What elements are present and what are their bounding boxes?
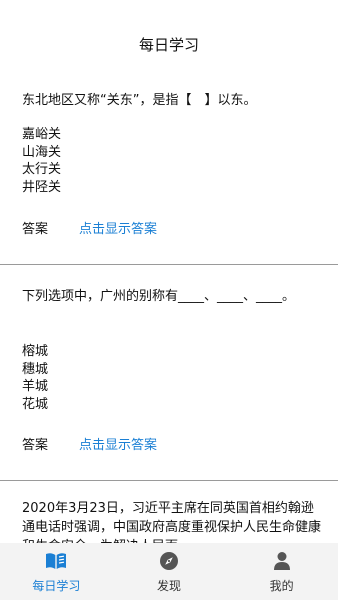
answer-label: 答案 [22,438,49,453]
tab-discover[interactable]: 发现 [113,543,226,600]
option-list: 嘉峪关 山海关 太行关 井陉关 [22,126,61,196]
option-item[interactable]: 山海关 [22,144,61,162]
page-title: 每日学习 [138,35,199,54]
option-item[interactable]: 嘉峪关 [22,126,61,144]
person-icon [271,550,293,572]
page-header: 每日学习 [0,0,338,88]
option-item[interactable]: 井陉关 [22,179,61,197]
option-list: 榕城 穗城 羊城 花城 [22,343,48,413]
tab-daily-study[interactable]: 每日学习 [0,543,113,600]
option-item[interactable]: 穗城 [22,361,48,379]
answer-row: 答案 点击显示答案 [22,218,157,237]
tab-mine[interactable]: 我的 [225,543,338,600]
option-item[interactable]: 花城 [22,396,48,414]
question-card: 东北地区又称“关东”，是指【 】以东。 嘉峪关 山海关 太行关 井陉关 答案 点… [0,88,338,264]
tab-label: 我的 [269,578,294,593]
show-answer-link[interactable]: 点击显示答案 [79,434,157,453]
book-icon [45,550,67,572]
question-text: 东北地区又称“关东”，是指【 】以东。 [22,93,257,108]
option-item[interactable]: 羊城 [22,378,48,396]
compass-icon [158,550,180,572]
question-list[interactable]: 东北地区又称“关东”，是指【 】以东。 嘉峪关 山海关 太行关 井陉关 答案 点… [0,88,338,543]
show-answer-link[interactable]: 点击显示答案 [79,218,157,237]
bottom-tab-bar: 每日学习 发现 我的 [0,543,338,600]
tab-label: 每日学习 [32,578,81,593]
answer-label: 答案 [22,222,49,237]
question-card: 2020年3月23日，习近平主席在同英国首相约翰逊通电话时强调，中国政府高度重视… [0,481,338,543]
option-item[interactable]: 太行关 [22,161,61,179]
question-text: 2020年3月23日，习近平主席在同英国首相约翰逊通电话时强调，中国政府高度重视… [22,501,322,543]
tab-label: 发现 [157,578,182,593]
question-card: 下列选项中，广州的别称有____、____、____。 榕城 穗城 羊城 花城 … [0,265,338,480]
question-text: 下列选项中，广州的别称有____、____、____。 [22,289,296,304]
answer-row: 答案 点击显示答案 [22,434,157,453]
option-item[interactable]: 榕城 [22,343,48,361]
